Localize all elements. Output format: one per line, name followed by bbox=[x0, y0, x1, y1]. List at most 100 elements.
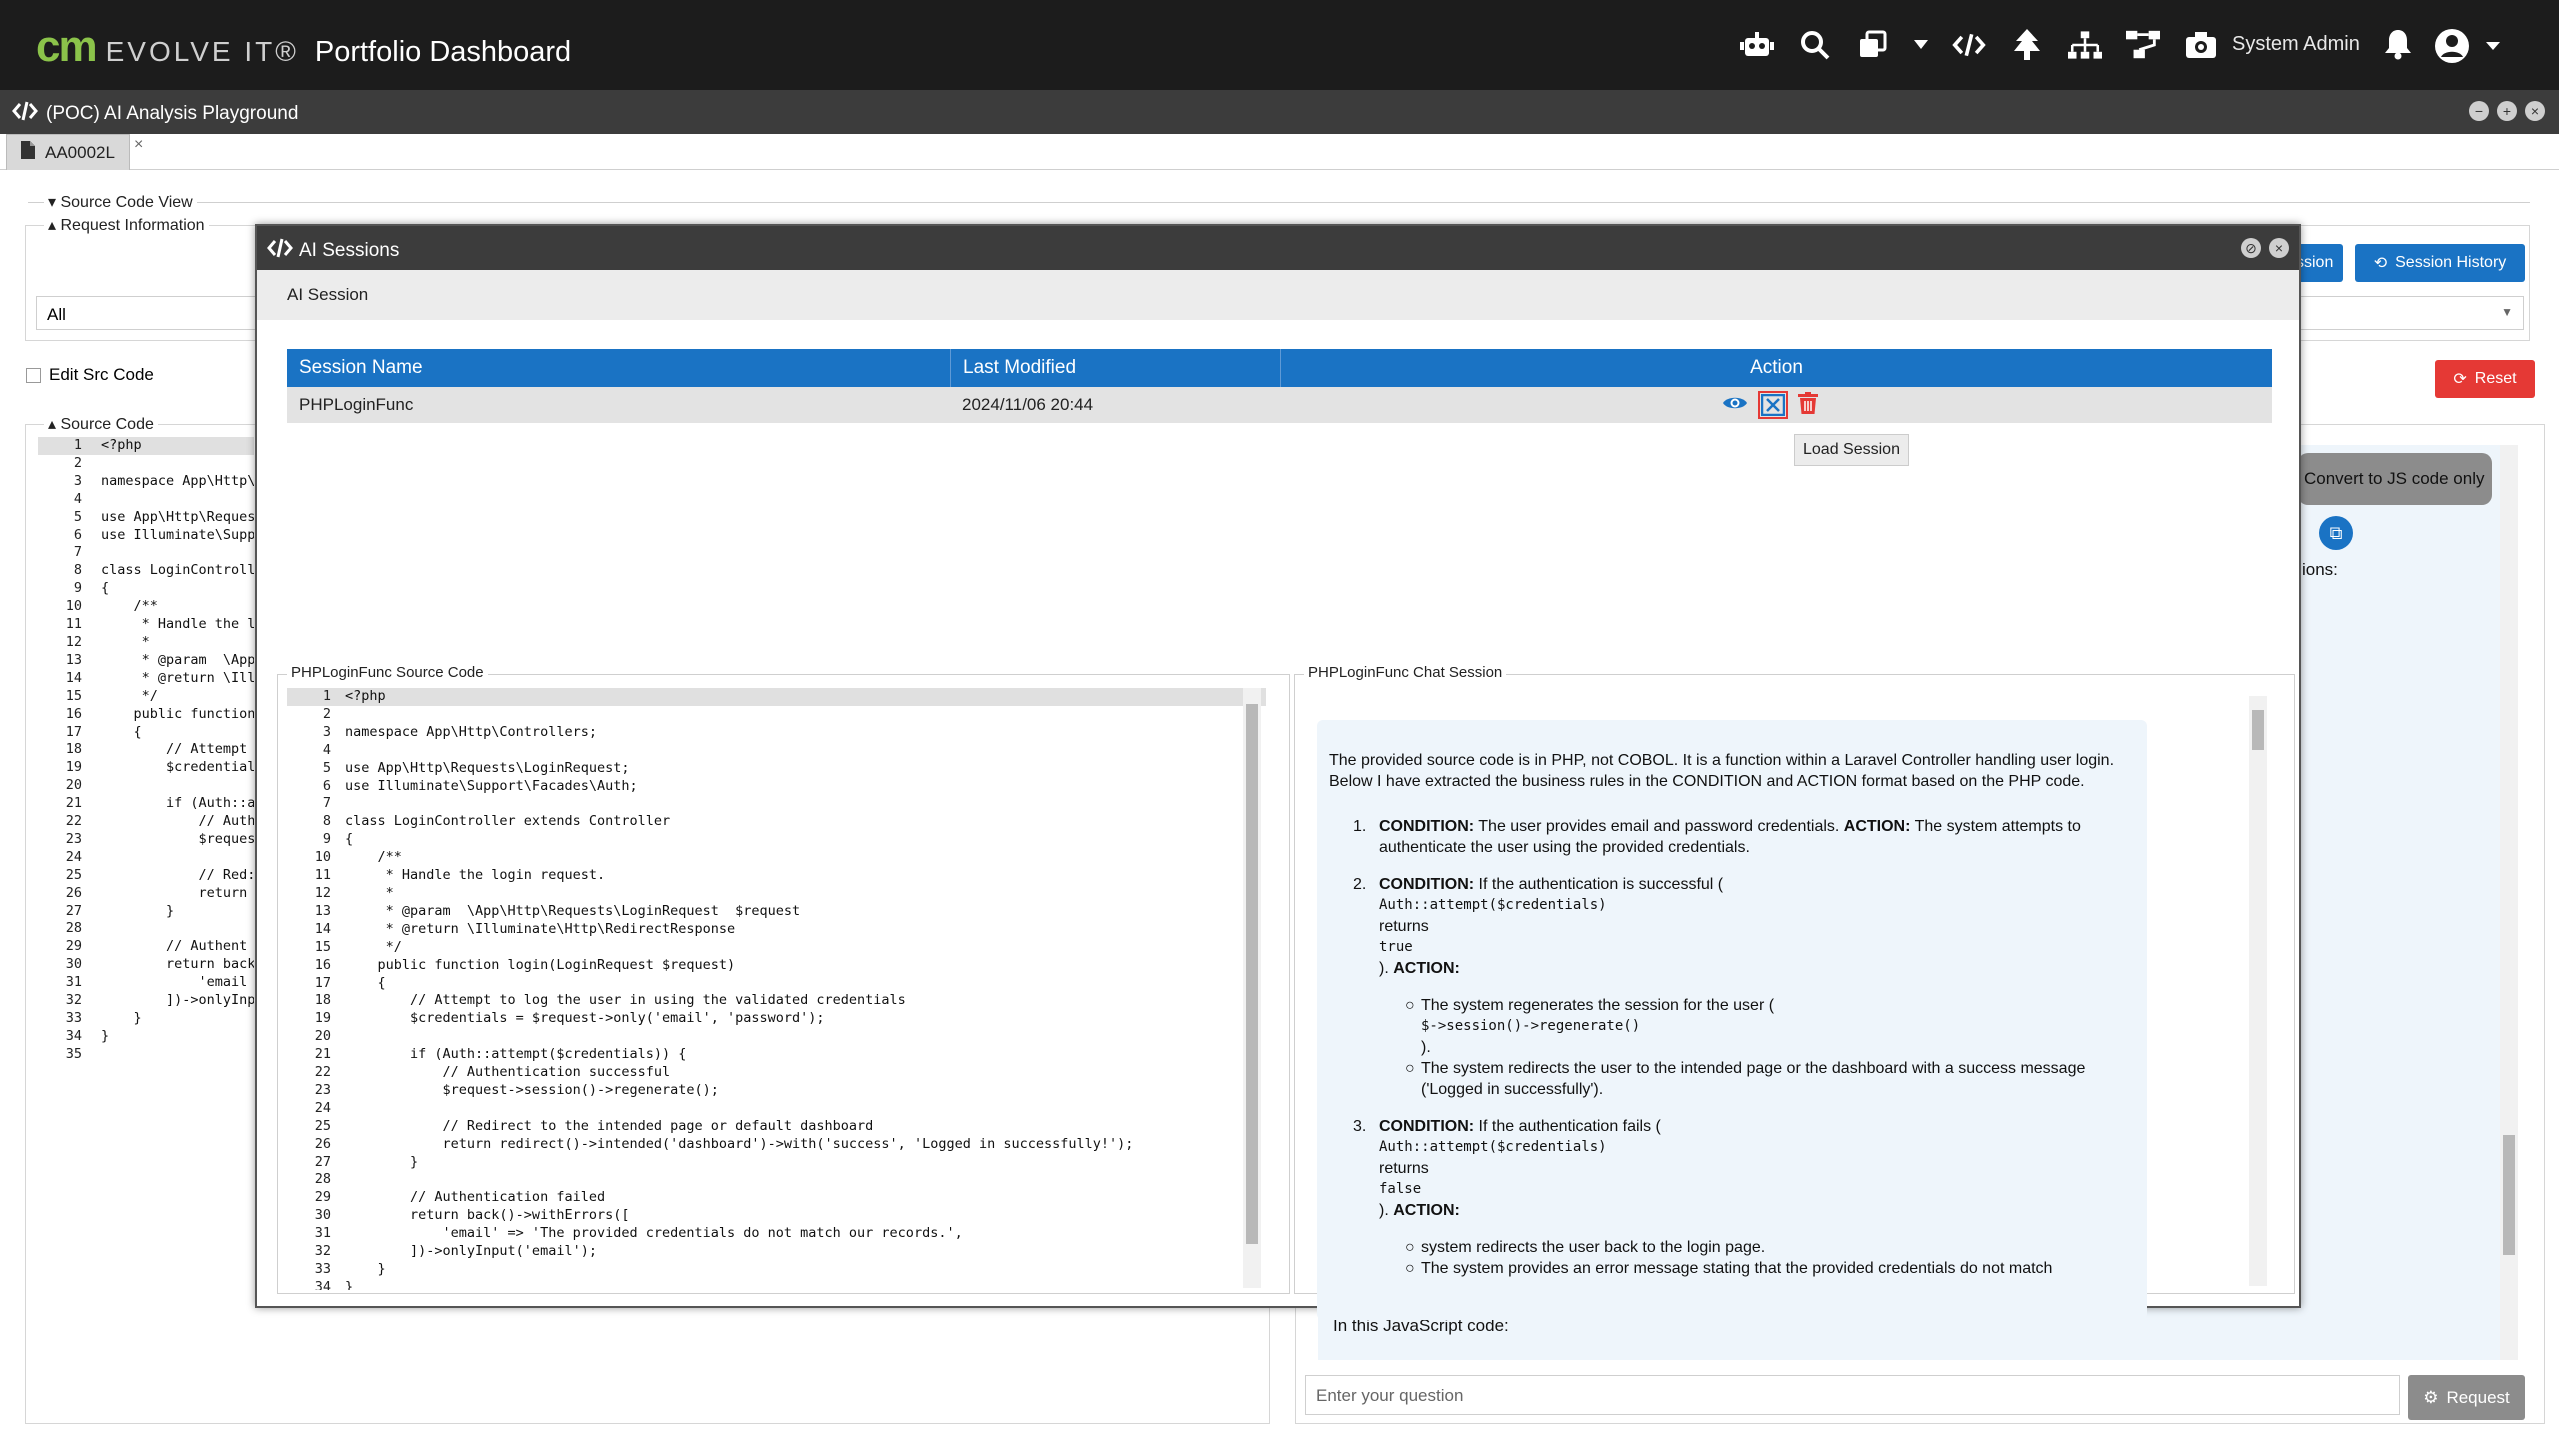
view-icon[interactable] bbox=[1722, 394, 1748, 417]
code-line: $reques bbox=[101, 830, 254, 847]
line-number: 2 bbox=[73, 454, 82, 471]
bell-icon[interactable] bbox=[2384, 28, 2412, 65]
code-line: <?php bbox=[345, 688, 386, 704]
line-number: 30 bbox=[314, 1207, 331, 1224]
line-number: 3 bbox=[73, 472, 82, 489]
options-text: ions: bbox=[2302, 560, 2338, 579]
code-line: * Handle the l bbox=[101, 616, 254, 633]
source-code-label[interactable]: ▴ Source Code bbox=[44, 414, 158, 434]
line-number: 32 bbox=[65, 992, 82, 1009]
line-number: 25 bbox=[314, 1117, 331, 1134]
reset-button[interactable]: ⟳ Reset bbox=[2435, 360, 2535, 398]
code-icon[interactable] bbox=[1952, 28, 1986, 62]
code-line: } bbox=[101, 1027, 110, 1044]
session-row[interactable]: PHPLoginFunc 2024/11/06 20:44 bbox=[287, 387, 2272, 423]
line-number: 7 bbox=[73, 544, 82, 561]
user-name[interactable]: System Admin bbox=[2232, 33, 2360, 56]
line-number: 4 bbox=[322, 741, 331, 758]
edit-src-code-checkbox[interactable]: Edit Src Code bbox=[26, 365, 154, 385]
line-number: 13 bbox=[314, 902, 331, 919]
camera-icon[interactable] bbox=[2184, 28, 2218, 62]
line-number: 15 bbox=[65, 687, 82, 704]
code-line: // Attempt to log the user in using the … bbox=[345, 992, 906, 1009]
column-action: Action bbox=[1280, 349, 2272, 387]
session-name: PHPLoginFunc bbox=[299, 395, 414, 414]
line-number: 8 bbox=[322, 813, 331, 830]
code-line: { bbox=[101, 723, 142, 740]
code-line: use Illuminate\Support\Facades\Auth; bbox=[345, 777, 638, 794]
source-code-view-label[interactable]: ▾ Source Code View bbox=[44, 192, 197, 212]
code-line: // Attempt bbox=[101, 741, 248, 758]
request-information-label[interactable]: ▴ Request Information bbox=[44, 215, 209, 235]
code-line: * @param \App\Http\Requests\LoginRequest… bbox=[345, 902, 801, 919]
code-line: class LoginController extends Controller bbox=[345, 813, 671, 830]
close-icon[interactable]: × bbox=[2525, 101, 2545, 121]
ai-sessions-dialog: AI Sessions ⊘ × AI Session Session Name … bbox=[255, 224, 2301, 1320]
code-line: namespace App\Http\Controllers; bbox=[345, 723, 597, 740]
copy-icon[interactable] bbox=[1856, 28, 1890, 62]
tree-icon[interactable] bbox=[2010, 28, 2044, 62]
line-number: 33 bbox=[314, 1261, 331, 1277]
maximize-icon[interactable]: + bbox=[2497, 101, 2517, 121]
restore-icon[interactable]: ⊘ bbox=[2241, 238, 2261, 258]
column-session-name[interactable]: Session Name bbox=[299, 349, 939, 387]
code-line: } bbox=[101, 902, 175, 919]
question-input[interactable]: Enter your question bbox=[1305, 1375, 2400, 1415]
background-code-editor[interactable]: 1 2 3 4 5 6 7 8 9 10 11 12 13 14 15 16 17 18 19 20 21 22 23 24 2… bbox=[38, 437, 254, 1417]
chat-panel-title: PHPLoginFunc Chat Session bbox=[1304, 664, 1507, 681]
line-number: 34 bbox=[314, 1278, 331, 1290]
tab-close-icon[interactable]: × bbox=[134, 136, 143, 154]
dialog-title: AI Sessions bbox=[299, 240, 400, 261]
code-line: namespace App\Http\ bbox=[101, 472, 254, 489]
code-line: $credentials = $request->only('email', '… bbox=[345, 1010, 825, 1027]
chat-intro: The provided source code is in PHP, not … bbox=[1329, 752, 2115, 790]
code-line: return back bbox=[101, 956, 254, 973]
hierarchy-icon[interactable] bbox=[2068, 28, 2102, 62]
code-line: // Auth bbox=[101, 813, 254, 830]
session-code-viewer[interactable]: 1 2 3 4 5 6 7 8 9 10 11 12 13 14 15 16 17 18 19 20 21 22 23 24 2… bbox=[287, 688, 1266, 1290]
close-icon[interactable]: × bbox=[2269, 238, 2289, 258]
line-number: 20 bbox=[65, 777, 82, 794]
line-number: 25 bbox=[65, 866, 82, 883]
request-button[interactable]: ⚙ Request bbox=[2408, 1375, 2525, 1420]
flow-icon[interactable] bbox=[2126, 28, 2160, 62]
line-number: 28 bbox=[314, 1171, 331, 1188]
chat-scrollbar[interactable] bbox=[2249, 696, 2267, 1286]
code-scrollbar[interactable] bbox=[1243, 688, 1261, 1288]
line-number: 13 bbox=[65, 651, 82, 668]
line-number: 30 bbox=[65, 956, 82, 973]
code-line: */ bbox=[345, 938, 402, 955]
load-session-icon[interactable] bbox=[1758, 391, 1788, 419]
code-line: { bbox=[345, 974, 386, 991]
code-line: } bbox=[345, 1278, 354, 1290]
caret-down-icon[interactable] bbox=[1914, 28, 1928, 62]
convert-to-js-button[interactable]: Convert to JS code only bbox=[2298, 453, 2492, 505]
robot-icon: ⚙ bbox=[2423, 1387, 2439, 1407]
user-avatar-icon[interactable] bbox=[2434, 28, 2502, 69]
code-line: // Red: bbox=[101, 866, 254, 883]
line-number: 5 bbox=[73, 508, 82, 525]
column-last-modified[interactable]: Last Modified bbox=[950, 349, 1280, 387]
search-icon[interactable] bbox=[1798, 28, 1832, 62]
session-history-button[interactable]: ⟲ Session History bbox=[2355, 244, 2525, 282]
line-number: 8 bbox=[73, 562, 82, 579]
code-line: /** bbox=[345, 849, 402, 866]
line-number: 18 bbox=[314, 992, 331, 1009]
line-number: 6 bbox=[322, 777, 331, 794]
code-line: 'email' => 'The provided credentials do … bbox=[345, 1225, 963, 1242]
code-line: } bbox=[101, 1010, 142, 1026]
minimize-icon[interactable]: − bbox=[2469, 101, 2489, 121]
source-panel-title: PHPLoginFunc Source Code bbox=[287, 664, 488, 681]
chat-scrollbar[interactable] bbox=[2500, 445, 2518, 1360]
code-line: * @return \Ill bbox=[101, 669, 254, 686]
line-number: 19 bbox=[314, 1010, 331, 1027]
code-line: { bbox=[345, 831, 354, 848]
delete-icon[interactable] bbox=[1798, 391, 1818, 419]
copy-response-icon[interactable]: ⧉ bbox=[2319, 516, 2353, 550]
line-number: 2 bbox=[322, 705, 331, 722]
robot-icon[interactable] bbox=[1740, 28, 1774, 62]
code-line: * Handle the login request. bbox=[345, 867, 606, 884]
tab-aa0002l[interactable]: AA0002L bbox=[6, 134, 130, 170]
line-number: 9 bbox=[73, 580, 82, 597]
